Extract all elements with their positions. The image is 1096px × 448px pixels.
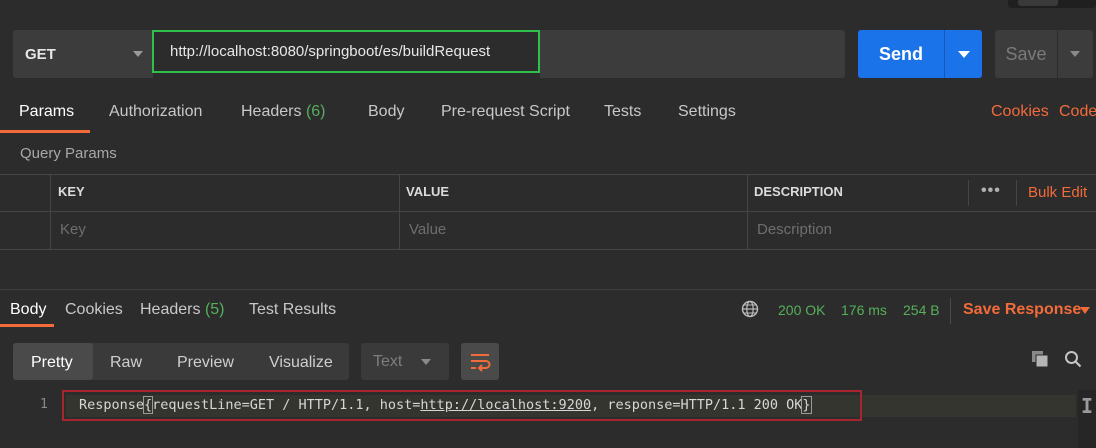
chevron-down-icon[interactable] — [1070, 51, 1080, 57]
tab-headers-label: Headers — [241, 103, 302, 120]
column-header-key: KEY — [58, 184, 85, 199]
value-input[interactable]: Value — [409, 221, 446, 238]
more-icon[interactable]: ••• — [981, 182, 1001, 200]
response-divider — [0, 289, 1096, 290]
status-code[interactable]: 200 OK — [778, 302, 825, 318]
mode-raw[interactable]: Raw — [110, 354, 142, 372]
key-input[interactable]: Key — [60, 221, 86, 238]
active-tab-indicator — [0, 130, 90, 133]
code-link[interactable]: Code — [1059, 103, 1096, 123]
tab-response-headers[interactable]: Headers (5) — [140, 301, 225, 319]
format-label: Text — [373, 353, 403, 370]
tab-body[interactable]: Body — [368, 103, 404, 123]
response-time[interactable]: 176 ms — [841, 302, 887, 318]
method-label: GET — [25, 45, 56, 63]
response-size[interactable]: 254 B — [903, 302, 940, 318]
table-border-top — [0, 174, 1096, 175]
send-label: Send — [878, 43, 923, 64]
tab-params[interactable]: Params — [19, 103, 74, 123]
tab-settings[interactable]: Settings — [678, 103, 736, 123]
wrap-lines-button[interactable] — [461, 343, 499, 380]
search-icon[interactable] — [1064, 350, 1082, 368]
save-label: Save — [1005, 43, 1047, 64]
table-border-bottom — [0, 249, 1096, 250]
send-button[interactable]: Send — [858, 30, 982, 78]
tab-tests[interactable]: Tests — [604, 103, 641, 123]
response-headers-count: (5) — [204, 301, 225, 318]
line-number: 1 — [40, 397, 48, 412]
chevron-down-icon[interactable] — [958, 51, 970, 58]
tab-authorization[interactable]: Authorization — [109, 103, 202, 123]
column-header-description: DESCRIPTION — [754, 184, 843, 199]
chevron-down-icon — [133, 51, 143, 57]
url-text: http://localhost:8080/springboot/es/buil… — [170, 43, 491, 60]
url-input[interactable]: http://localhost:8080/springboot/es/buil… — [152, 30, 540, 73]
globe-icon[interactable] — [741, 300, 759, 318]
method-select[interactable]: GET — [13, 30, 153, 78]
query-params-title: Query Params — [20, 145, 117, 162]
chevron-down-icon[interactable] — [1080, 307, 1090, 314]
copy-icon[interactable] — [1031, 350, 1049, 368]
tab-test-results[interactable]: Test Results — [249, 301, 336, 319]
tab-pre-request-script[interactable]: Pre-request Script — [441, 103, 570, 123]
format-select[interactable]: Text — [361, 343, 449, 380]
column-header-value: VALUE — [406, 184, 450, 199]
table-header-divider — [0, 211, 1096, 212]
bulk-edit-link[interactable]: Bulk Edit — [1028, 184, 1087, 201]
url-bar-background — [540, 30, 845, 78]
active-response-tab-indicator — [0, 324, 54, 327]
wrap-lines-icon — [471, 354, 491, 372]
save-button[interactable]: Save — [995, 30, 1093, 78]
highlight-box — [62, 390, 862, 421]
mode-visualize[interactable]: Visualize — [269, 354, 333, 372]
chevron-down-icon — [421, 359, 431, 365]
tab-response-cookies[interactable]: Cookies — [65, 301, 123, 319]
tab-response-body[interactable]: Body — [10, 301, 46, 319]
mode-pretty[interactable]: Pretty — [31, 354, 73, 372]
window-tab-handle — [1008, 0, 1096, 8]
description-input[interactable]: Description — [757, 221, 832, 238]
tab-response-headers-label: Headers — [140, 301, 201, 318]
save-response-button[interactable]: Save Response — [963, 301, 1081, 319]
headers-count-badge: (6) — [305, 103, 326, 120]
mode-preview[interactable]: Preview — [177, 354, 234, 372]
cookies-link[interactable]: Cookies — [991, 103, 1049, 123]
text-cursor-icon: I — [1081, 394, 1094, 418]
divider — [950, 298, 951, 324]
tab-headers[interactable]: Headers (6) — [241, 103, 326, 123]
